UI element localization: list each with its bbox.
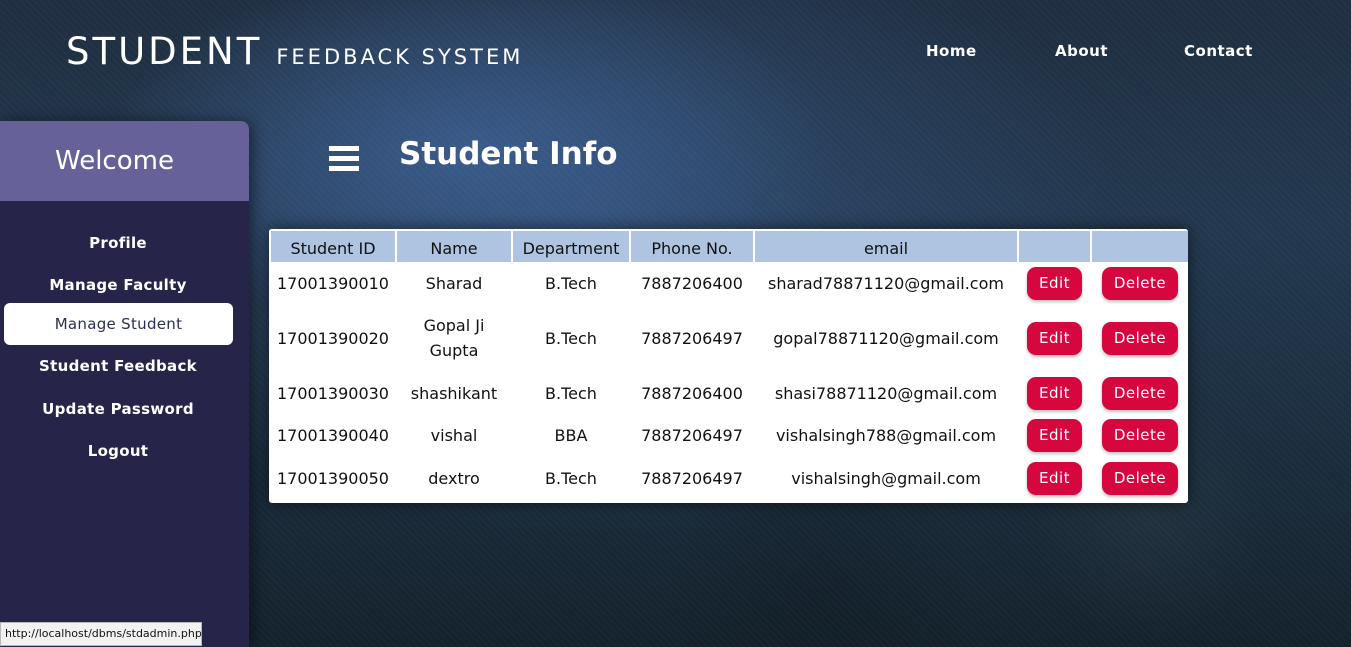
nav-home-link[interactable]: Home xyxy=(926,42,977,60)
delete-button[interactable]: Delete xyxy=(1101,267,1179,300)
sidebar-title: Welcome xyxy=(55,146,174,176)
cell-phone: 7887206400 xyxy=(641,383,743,403)
cell-email: vishalsingh788@gmail.com xyxy=(775,426,997,445)
cell-department: B.Tech xyxy=(545,328,597,348)
student-table: Student ID Name Department Phone No. ema… xyxy=(269,229,1188,498)
cell-phone: 7887206497 xyxy=(641,468,743,488)
cell-phone: 7887206497 xyxy=(641,328,743,348)
brand-subtitle: FEEDBACK SYSTEM xyxy=(276,45,524,69)
cell-student-id: 17001390040 xyxy=(277,426,389,445)
header-student-id: Student ID xyxy=(269,229,397,264)
browser-status-bar: http://localhost/dbms/stdadmin.php xyxy=(0,622,202,646)
nav-about-link[interactable]: About xyxy=(1055,42,1108,60)
cell-department: BBA xyxy=(554,426,588,445)
cell-student-id: 17001390010 xyxy=(277,274,389,293)
cell-department: B.Tech xyxy=(545,383,597,403)
sidebar-item-update-password[interactable]: Update Password xyxy=(0,388,236,430)
edit-button[interactable]: Edit xyxy=(1026,419,1083,452)
sidebar-item-manage-student[interactable]: Manage Student xyxy=(4,303,233,345)
student-table-card: Student ID Name Department Phone No. ema… xyxy=(269,229,1188,503)
sidebar-item-profile[interactable]: Profile xyxy=(0,222,236,264)
table-header-row: Student ID Name Department Phone No. ema… xyxy=(269,229,1188,264)
cell-name: vishal xyxy=(430,426,478,445)
header-email: email xyxy=(753,229,1019,264)
edit-button[interactable]: Edit xyxy=(1026,321,1083,355)
cell-department: B.Tech xyxy=(545,468,597,488)
cell-name: Gopal Ji Gupta xyxy=(423,316,485,360)
delete-button[interactable]: Delete xyxy=(1101,376,1179,410)
table-row: 17001390040 vishal BBA 7887206497 vishal… xyxy=(270,413,1188,458)
edit-button[interactable]: Edit xyxy=(1026,461,1083,495)
edit-button[interactable]: Edit xyxy=(1026,267,1083,300)
header-name: Name xyxy=(395,229,513,264)
cell-phone: 7887206497 xyxy=(641,426,743,445)
cell-name: shashikant xyxy=(410,383,498,403)
sidebar-item-student-feedback[interactable]: Student Feedback xyxy=(0,345,236,387)
brand-title: STUDENT xyxy=(66,30,263,73)
site-logo[interactable]: STUDENT FEEDBACK SYSTEM xyxy=(66,30,523,73)
cell-email: gopal78871120@gmail.com xyxy=(773,328,999,348)
delete-button[interactable]: Delete xyxy=(1101,321,1179,355)
sidebar-header: Welcome xyxy=(0,121,249,201)
cell-name: Sharad xyxy=(425,274,483,293)
table-row: 17001390030 shashikant B.Tech 7887206400… xyxy=(270,373,1188,413)
header-edit xyxy=(1017,229,1092,264)
header-phone: Phone No. xyxy=(629,229,755,264)
delete-button[interactable]: Delete xyxy=(1101,419,1179,452)
hamburger-icon[interactable] xyxy=(329,146,359,171)
table-row: 17001390050 dextro B.Tech 7887206497 vis… xyxy=(270,458,1188,498)
edit-button[interactable]: Edit xyxy=(1026,376,1083,410)
cell-email: sharad78871120@gmail.com xyxy=(768,274,1004,293)
page-title: Student Info xyxy=(399,136,618,172)
cell-student-id: 17001390020 xyxy=(277,328,389,348)
cell-student-id: 17001390030 xyxy=(277,383,389,403)
cell-phone: 7887206400 xyxy=(641,274,743,293)
cell-email: vishalsingh@gmail.com xyxy=(791,468,981,488)
table-row: 17001390020 Gopal Ji Gupta B.Tech 788720… xyxy=(270,303,1188,373)
cell-name: dextro xyxy=(428,468,480,488)
header-department: Department xyxy=(511,229,631,264)
cell-department: B.Tech xyxy=(545,274,597,293)
nav-contact-link[interactable]: Contact xyxy=(1184,42,1253,60)
cell-student-id: 17001390050 xyxy=(277,468,389,488)
header-delete xyxy=(1090,229,1188,264)
table-row: 17001390010 Sharad B.Tech 7887206400 sha… xyxy=(270,263,1188,303)
sidebar: Welcome Profile Manage Faculty Manage St… xyxy=(0,121,249,647)
delete-button[interactable]: Delete xyxy=(1101,461,1179,495)
sidebar-item-manage-faculty[interactable]: Manage Faculty xyxy=(0,264,236,306)
sidebar-item-logout[interactable]: Logout xyxy=(0,430,236,472)
cell-email: shasi78871120@gmail.com xyxy=(774,383,998,403)
